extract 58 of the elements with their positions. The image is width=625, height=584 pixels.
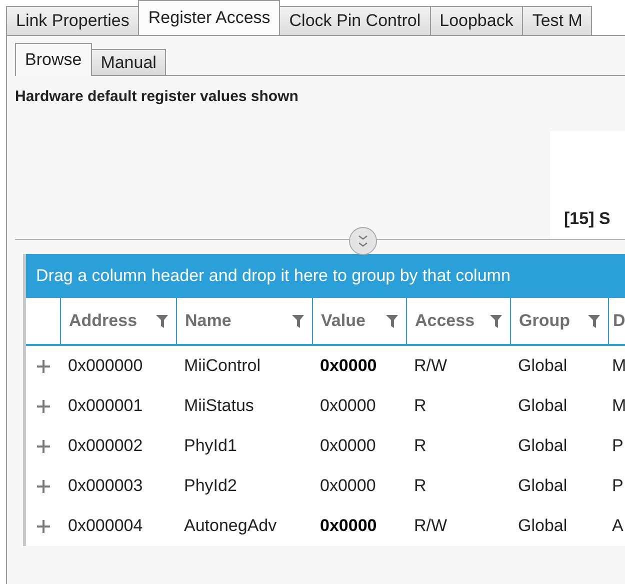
table-cell-text: Global	[517, 436, 568, 456]
tab[interactable]: Loopback	[430, 6, 524, 35]
table-cell-text: M	[611, 356, 625, 376]
group-panel: Drag a column header and drop it here to group by that column	[26, 254, 625, 298]
table-cell-text: Global	[517, 356, 568, 376]
table-cell-text: AutonegAdv	[183, 516, 278, 536]
column-header[interactable]: Address	[69, 311, 138, 331]
table-cell-text: R/W	[413, 516, 448, 536]
tab[interactable]: Register Access	[138, 0, 280, 35]
filter-icon[interactable]	[490, 314, 502, 328]
table-cell-text: Global	[517, 396, 568, 416]
filter-icon[interactable]	[588, 314, 600, 328]
table-cell-text: 0x000001	[67, 396, 144, 416]
table-cell-text: PhyId1	[183, 436, 238, 456]
table-cell-text: A	[611, 516, 624, 536]
info-text: Hardware default register values shown	[15, 87, 300, 107]
table-cell-text: R/W	[413, 356, 448, 376]
tab[interactable]: Clock Pin Control	[279, 6, 431, 35]
column-header[interactable]: Value	[321, 311, 366, 331]
table-cell-text: R	[413, 396, 428, 416]
table-cell-text: PhyId2	[183, 476, 238, 496]
table-cell-text: 0x0000	[319, 396, 377, 416]
tab[interactable]: Link Properties	[6, 6, 140, 35]
sub-tab[interactable]: Browse	[15, 43, 92, 76]
table-cell-text: 0x000000	[67, 356, 144, 376]
table-cell-text: R	[413, 476, 428, 496]
expand-icon[interactable]	[36, 360, 50, 372]
column-header[interactable]: Access	[415, 311, 475, 331]
table-cell-text: Global	[517, 516, 568, 536]
table-cell-text: 0x0000	[319, 436, 377, 456]
table-cell-text: R	[413, 436, 428, 456]
detail-heading: [15] S	[563, 209, 610, 230]
collapse-button[interactable]	[349, 227, 377, 255]
table-cell-text: 0x000002	[67, 436, 144, 456]
expand-icon[interactable]	[36, 520, 50, 532]
expand-icon[interactable]	[36, 480, 50, 492]
filter-icon[interactable]	[156, 314, 168, 328]
filter-icon[interactable]	[386, 314, 398, 328]
table-cell-text: 0x0000	[319, 516, 378, 536]
table-cell-text: P	[611, 436, 624, 456]
column-header[interactable]: Name	[185, 311, 232, 331]
filter-icon[interactable]	[292, 314, 304, 328]
table-cell-text: Global	[517, 476, 568, 496]
chevron-icon	[357, 234, 369, 248]
table-cell-text: MiiStatus	[183, 396, 255, 416]
tab[interactable]: Test M	[522, 6, 592, 35]
sub-tab[interactable]: Manual	[90, 49, 166, 75]
table-cell-text: 0x0000	[319, 356, 378, 376]
table-cell-text: 0x000004	[67, 516, 144, 536]
expand-icon[interactable]	[36, 440, 50, 452]
table-cell-text: 0x000003	[67, 476, 144, 496]
table-cell-text: MiiControl	[183, 356, 262, 376]
table-cell-text: 0x0000	[319, 476, 377, 496]
table-cell-text: P	[611, 476, 624, 496]
column-header[interactable]: D	[613, 311, 625, 331]
column-header[interactable]: Group	[519, 311, 570, 331]
expand-icon[interactable]	[36, 400, 50, 412]
table-cell-text: M	[611, 396, 625, 416]
